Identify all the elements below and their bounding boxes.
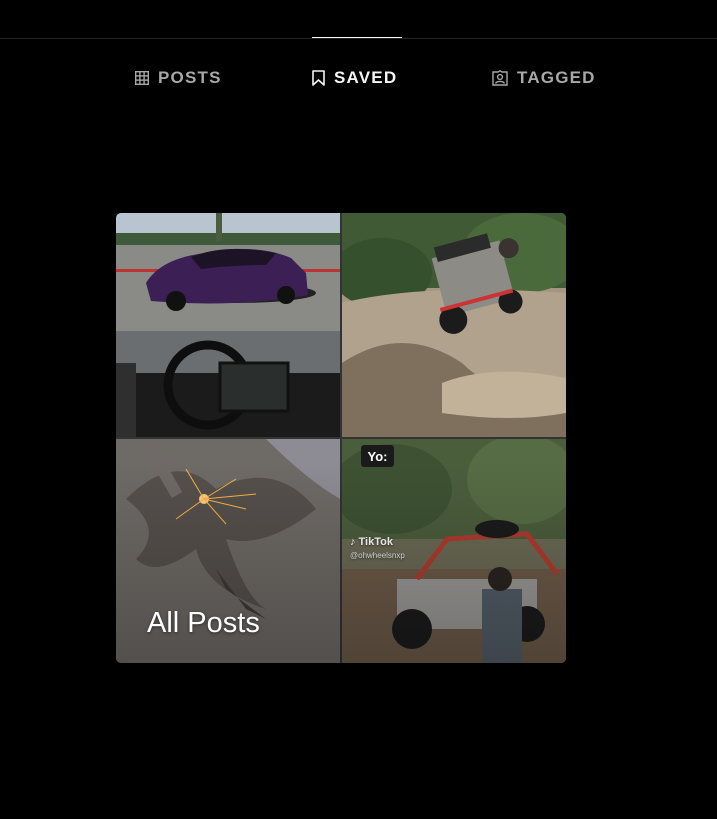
- tiktok-icon: ♪: [350, 536, 356, 548]
- tagged-user-icon: [492, 70, 508, 86]
- tab-tagged-label: TAGGED: [517, 68, 596, 87]
- collection-thumbnail: [342, 213, 566, 437]
- saved-collection-all-posts[interactable]: Yo: ♪ TikTok @ohwheelsnxp All Posts: [116, 213, 566, 663]
- tab-tagged[interactable]: TAGGED: [492, 66, 596, 90]
- tiktok-watermark-username: @ohwheelsnxp: [350, 551, 405, 560]
- tab-posts-label: POSTS: [158, 68, 222, 87]
- active-tab-indicator: [312, 37, 402, 38]
- tiktok-watermark: ♪ TikTok: [350, 536, 393, 548]
- tab-divider: [0, 38, 717, 39]
- tab-saved[interactable]: SAVED: [312, 66, 397, 90]
- collection-title: All Posts: [147, 607, 260, 639]
- grid-icon: [135, 71, 149, 85]
- tab-saved-label: SAVED: [334, 68, 398, 87]
- profile-content-area: POSTS SAVED TAGGED Yo: ♪ TikTok @ohwheel…: [0, 0, 717, 819]
- tab-posts[interactable]: POSTS: [135, 66, 222, 90]
- collection-thumbnail: Yo: ♪ TikTok @ohwheelsnxp: [342, 439, 566, 663]
- bookmark-icon: [312, 70, 325, 86]
- collection-thumbnail: [116, 213, 340, 437]
- tiktok-watermark-label: TikTok: [358, 536, 393, 548]
- video-caption-badge: Yo:: [361, 445, 394, 467]
